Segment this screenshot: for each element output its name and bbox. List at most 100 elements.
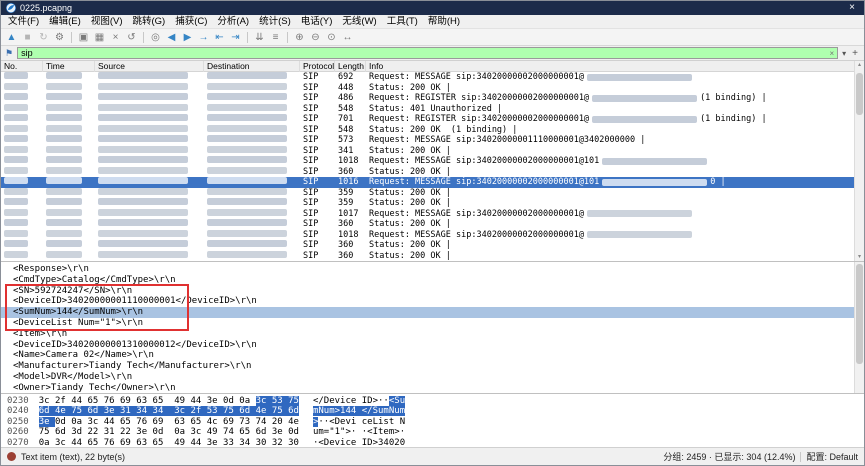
packet-row[interactable]: SIP 448 Status: 200 OK | — [1, 82, 854, 94]
hex-row[interactable]: 0250 3e 0d 0a 3c 44 65 76 69 63 65 4c 69 … — [7, 416, 864, 427]
detail-line[interactable]: <Item>\r\n — [13, 329, 864, 340]
status-profile[interactable]: 配置: Default — [806, 450, 858, 463]
add-filter-button[interactable]: + — [850, 48, 860, 59]
scrollbar-thumb[interactable] — [856, 264, 863, 364]
packet-row[interactable]: SIP 1018 Request: MESSAGE sip:340200000020… — [1, 229, 854, 241]
title-bar[interactable]: 0225.pcapng × — [1, 1, 864, 15]
packet-row[interactable]: SIP 360 Status: 200 OK | — [1, 240, 854, 251]
close-file-icon[interactable]: × — [108, 30, 123, 45]
stop-capture-icon[interactable]: ■ — [20, 30, 35, 45]
redacted-text — [98, 219, 188, 226]
start-capture-icon[interactable]: ▲ — [4, 30, 19, 45]
fit-columns-icon[interactable]: ↔ — [340, 30, 355, 45]
detail-line[interactable]: <DeviceID>34020000001310000012</DeviceID… — [13, 340, 864, 351]
first-packet-icon[interactable]: ⇤ — [212, 30, 227, 45]
next-packet-icon[interactable]: ▶ — [180, 30, 195, 45]
detail-line[interactable]: <DeviceID>34020000001110000001</DeviceID… — [13, 296, 864, 307]
zoom-in-icon[interactable]: ⊕ — [292, 30, 307, 45]
packet-row[interactable]: SIP 341 Status: 200 OK | — [1, 145, 854, 157]
packet-row[interactable]: SIP 360 Status: 200 OK | — [1, 250, 854, 262]
packet-row[interactable]: SIP 1017 Request: MESSAGE sip:340200000020… — [1, 208, 854, 220]
capture-options-icon[interactable]: ⚙ — [52, 30, 67, 45]
packet-row[interactable]: SIP 1016 Request: MESSAGE sip:340200000020… — [1, 177, 854, 188]
hex-row[interactable]: 0270 0a 3c 44 65 76 69 63 65 49 44 3e 33 … — [7, 438, 864, 447]
goto-packet-icon[interactable]: → — [196, 30, 211, 45]
packet-row[interactable]: SIP 360 Status: 200 OK | — [1, 219, 854, 230]
packet-row[interactable]: SIP 701 Request: REGISTER sip:340200000020… — [1, 114, 854, 125]
scroll-down-icon[interactable]: ▾ — [855, 253, 864, 261]
autoscroll-icon[interactable]: ⇊ — [252, 30, 267, 45]
menu-help[interactable]: 帮助(H) — [423, 15, 465, 29]
detail-line[interactable]: <Response>\r\n — [13, 264, 864, 275]
scrollbar-thumb[interactable] — [856, 73, 863, 115]
redacted-text — [602, 157, 708, 165]
column-header-length[interactable]: Length — [335, 61, 366, 72]
zoom-out-icon[interactable]: ⊖ — [308, 30, 323, 45]
column-header-source[interactable]: Source — [95, 61, 204, 72]
column-header-no[interactable]: No. — [1, 61, 43, 72]
column-header-destination[interactable]: Destination — [204, 61, 300, 72]
packet-list-scrollbar[interactable]: ▴ ▾ — [854, 61, 864, 261]
menu-wireless[interactable]: 无线(W) — [337, 15, 381, 29]
last-packet-icon[interactable]: ⇥ — [228, 30, 243, 45]
filter-bookmark-icon[interactable]: ⚑ — [5, 48, 13, 59]
reload-icon[interactable]: ↺ — [124, 30, 139, 45]
display-filter-input[interactable] — [21, 48, 827, 58]
packet-row[interactable]: SIP 548 Status: 401 Unauthorized | — [1, 103, 854, 115]
menu-tools[interactable]: 工具(T) — [382, 15, 423, 29]
menu-edit[interactable]: 编辑(E) — [44, 15, 86, 29]
packet-row[interactable]: SIP 573 Request: MESSAGE sip:3402000000111… — [1, 135, 854, 146]
redacted-text — [4, 114, 28, 121]
scroll-up-icon[interactable]: ▴ — [855, 61, 864, 69]
hex-ascii: um="1">· ·<Item>· — [312, 427, 406, 438]
hex-row[interactable]: 0260 75 6d 3d 22 31 22 3e 0d 0a 3c 49 74 … — [7, 427, 864, 437]
detail-line[interactable]: <DeviceList Num="1">\r\n — [13, 318, 864, 329]
close-icon[interactable]: × — [845, 1, 859, 15]
find-packet-icon[interactable]: ◎ — [148, 30, 163, 45]
menu-analyze[interactable]: 分析(A) — [212, 15, 254, 29]
hex-row[interactable]: 0230 3c 2f 44 65 76 69 63 65 49 44 3e 0d … — [7, 396, 864, 406]
detail-line[interactable]: <SN>592724247</SN>\r\n — [13, 286, 864, 297]
hex-ascii: mNum>144 </SumNum — [312, 406, 406, 417]
filter-dropdown-icon[interactable]: ▾ — [842, 49, 846, 58]
redacted-text — [207, 156, 287, 163]
detail-line[interactable]: <Model>DVR</Model>\r\n — [13, 372, 864, 383]
detail-line[interactable]: <SumNum>144</SumNum>\r\n — [1, 307, 864, 318]
menu-telephony[interactable]: 电话(Y) — [296, 15, 338, 29]
redacted-text — [207, 240, 287, 247]
detail-line[interactable]: <CmdType>Catalog</CmdType>\r\n — [13, 275, 864, 286]
colorize-icon[interactable]: ≡ — [268, 30, 283, 45]
menu-file[interactable]: 文件(F) — [3, 15, 44, 29]
detail-line[interactable]: <Manufacturer>Tiandy Tech</Manufacturer>… — [13, 361, 864, 372]
packet-row[interactable]: SIP 359 Status: 200 OK | — [1, 198, 854, 209]
packet-row[interactable]: SIP 548 Status: 200 OK (1 binding) | — [1, 124, 854, 136]
details-scrollbar[interactable] — [854, 262, 864, 393]
detail-line[interactable]: <Owner>Tiandy Tech</Owner>\r\n — [13, 383, 864, 393]
packet-row[interactable]: SIP 692 Request: MESSAGE sip:3402000000200… — [1, 72, 854, 83]
redacted-text — [46, 177, 82, 184]
redacted-text — [46, 187, 82, 195]
open-file-icon[interactable]: ▣ — [76, 30, 91, 45]
column-header-protocol[interactable]: Protocol — [300, 61, 335, 72]
filter-clear-icon[interactable]: × — [829, 49, 834, 58]
restart-capture-icon[interactable]: ↻ — [36, 30, 51, 45]
zoom-reset-icon[interactable]: ⊙ — [324, 30, 339, 45]
packet-row[interactable]: SIP 1018 Request: MESSAGE sip:340200000020… — [1, 156, 854, 167]
packet-row[interactable]: SIP 360 Status: 200 OK | — [1, 166, 854, 178]
menu-view[interactable]: 视图(V) — [86, 15, 128, 29]
packet-row[interactable]: SIP 359 Status: 200 OK | — [1, 187, 854, 199]
display-filter-field[interactable]: × — [17, 47, 839, 59]
detail-line[interactable]: <Name>Camera 02</Name>\r\n — [13, 350, 864, 361]
save-file-icon[interactable]: ▦ — [92, 30, 107, 45]
menu-go[interactable]: 跳转(G) — [127, 15, 170, 29]
column-header-time[interactable]: Time — [43, 61, 95, 72]
redacted-text — [4, 82, 28, 90]
column-header-info[interactable]: Info — [366, 61, 854, 72]
previous-packet-icon[interactable]: ◀ — [164, 30, 179, 45]
menu-capture[interactable]: 捕获(C) — [170, 15, 212, 29]
toolbar-separator — [247, 31, 248, 43]
menu-statistics[interactable]: 统计(S) — [254, 15, 296, 29]
packet-row[interactable]: SIP 486 Request: REGISTER sip:340200000020… — [1, 93, 854, 104]
expert-info-icon[interactable] — [7, 452, 16, 461]
hex-row[interactable]: 0240 6d 4e 75 6d 3e 31 34 34 3c 2f 53 75 … — [7, 406, 864, 417]
